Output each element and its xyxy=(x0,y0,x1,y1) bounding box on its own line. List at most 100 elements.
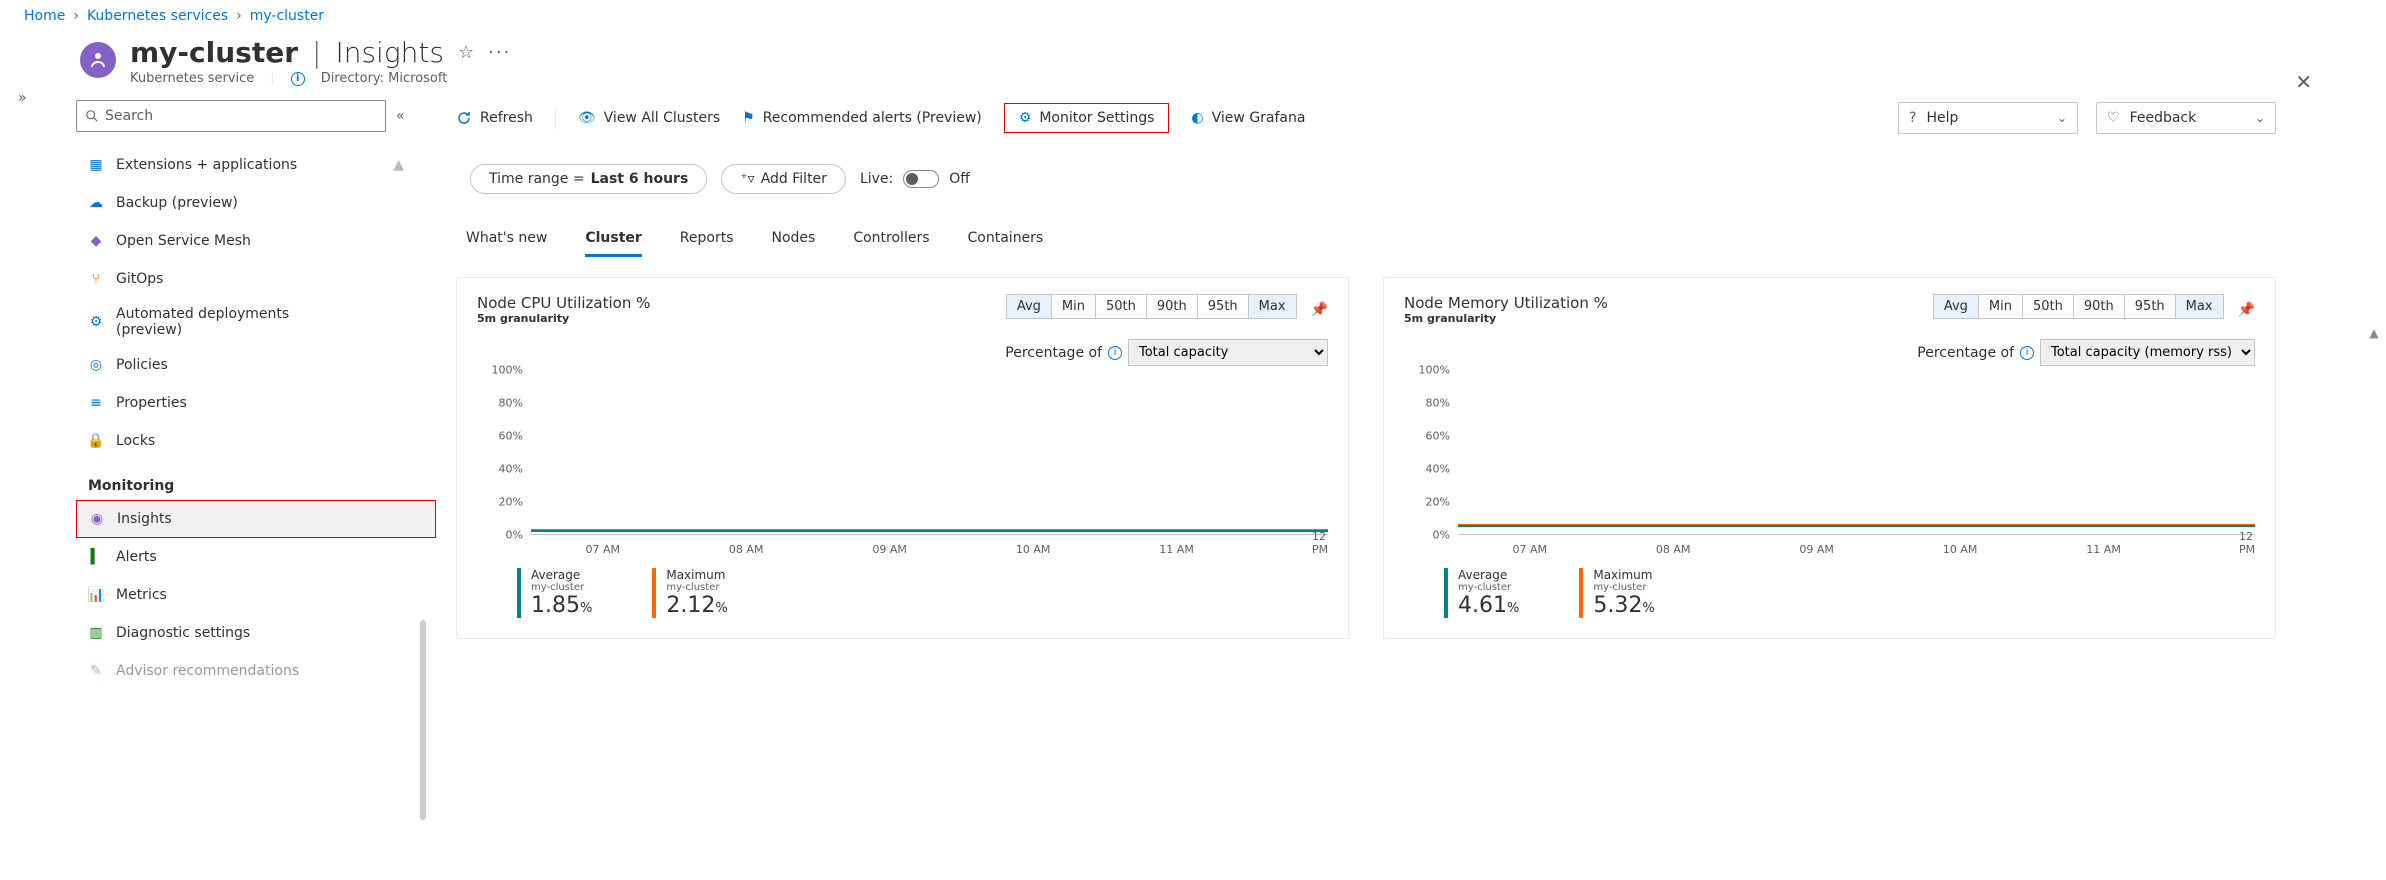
search-input[interactable]: Search xyxy=(76,100,386,132)
sidebar-item-insights[interactable]: ◉ Insights xyxy=(76,500,436,538)
page-scrollbar[interactable]: ▲ xyxy=(2364,326,2384,340)
legend-maximum[interactable]: Maximum my-cluster 2.12% xyxy=(652,568,727,618)
backup-icon: ☁ xyxy=(88,195,104,211)
service-type: Kubernetes service xyxy=(130,71,254,86)
time-range-filter[interactable]: Time range = Last 6 hours xyxy=(470,164,707,194)
monitor-settings-button[interactable]: ⚙ Monitor Settings xyxy=(1004,103,1170,133)
agg-50th[interactable]: 50th xyxy=(1096,295,1147,318)
refresh-button[interactable]: Refresh xyxy=(456,110,533,126)
sidebar-item-gitops[interactable]: ⑂ GitOps xyxy=(76,260,436,298)
alerts-icon: ▍ xyxy=(88,549,104,565)
toolbar: Refresh 👁 View All Clusters ⚑ Recommende… xyxy=(456,96,2276,140)
breadcrumb-cluster[interactable]: my-cluster xyxy=(250,8,324,24)
add-filter-button[interactable]: ⁺▿ Add Filter xyxy=(721,164,846,194)
agg-50th[interactable]: 50th xyxy=(2023,295,2074,318)
help-dropdown[interactable]: ?Help ⌄ xyxy=(1898,102,2078,134)
mesh-icon: ◆ xyxy=(88,233,104,249)
sidebar-item-extensions[interactable]: ▦ Extensions + applications ▲ xyxy=(76,146,436,184)
sidebar-item-advisor[interactable]: ✎ Advisor recommendations xyxy=(76,652,436,690)
recommended-alerts-button[interactable]: ⚑ Recommended alerts (Preview) xyxy=(742,110,982,126)
agg-90th[interactable]: 90th xyxy=(2074,295,2125,318)
sidebar-section-monitoring: Monitoring xyxy=(76,460,436,500)
eye-icon: 👁 xyxy=(578,110,596,126)
close-icon[interactable]: ✕ xyxy=(2295,70,2312,94)
live-toggle[interactable] xyxy=(903,170,939,188)
sidebar-item-diagnostic[interactable]: ▥ Diagnostic settings xyxy=(76,614,436,652)
agg-avg[interactable]: Avg xyxy=(1934,295,1979,318)
breadcrumb: Home › Kubernetes services › my-cluster xyxy=(0,0,2386,32)
sidebar-item-backup[interactable]: ☁ Backup (preview) xyxy=(76,184,436,222)
sidebar-item-metrics[interactable]: 📊 Metrics xyxy=(76,576,436,614)
aggregation-group: Avg Min 50th 90th 95th Max xyxy=(1933,294,2224,319)
capacity-select[interactable]: Total capacity xyxy=(1128,339,1328,366)
pin-icon[interactable]: 📌 xyxy=(1311,302,1328,318)
page-title: my-cluster xyxy=(130,36,298,69)
lock-icon: 🔒 xyxy=(88,433,104,449)
view-grafana-button[interactable]: ◐ View Grafana xyxy=(1191,110,1305,126)
pin-icon[interactable]: 📌 xyxy=(2238,302,2255,318)
card-granularity: 5m granularity xyxy=(477,312,650,325)
chevron-down-icon: ⌄ xyxy=(2255,111,2265,125)
more-icon[interactable]: ··· xyxy=(488,42,511,63)
policies-icon: ◎ xyxy=(88,357,104,373)
sidebar-item-policies[interactable]: ◎ Policies xyxy=(76,346,436,384)
capacity-select[interactable]: Total capacity (memory rss) xyxy=(2040,339,2255,366)
legend-average[interactable]: Average my-cluster 4.61% xyxy=(1444,568,1519,618)
tab-controllers[interactable]: Controllers xyxy=(853,230,929,257)
legend-average[interactable]: Average my-cluster 1.85% xyxy=(517,568,592,618)
sidebar-item-automated-deployments[interactable]: ⚙ Automated deployments (preview) xyxy=(76,298,436,346)
memory-chart[interactable]: 100% 80% 60% 40% 20% 0% 07 AM 08 AM xyxy=(1404,370,2255,560)
deploy-icon: ⚙ xyxy=(88,314,104,330)
extensions-icon: ▦ xyxy=(88,157,104,173)
breadcrumb-kubernetes-services[interactable]: Kubernetes services xyxy=(87,8,228,24)
insights-icon: ◉ xyxy=(89,511,105,527)
sidebar-item-service-mesh[interactable]: ◆ Open Service Mesh xyxy=(76,222,436,260)
gitops-icon: ⑂ xyxy=(88,271,104,287)
breadcrumb-home[interactable]: Home xyxy=(24,8,65,24)
sidebar-item-alerts[interactable]: ▍ Alerts xyxy=(76,538,436,576)
tab-cluster[interactable]: Cluster xyxy=(585,230,641,257)
card-granularity: 5m granularity xyxy=(1404,312,1608,325)
info-icon[interactable]: i xyxy=(291,72,305,86)
view-all-clusters-button[interactable]: 👁 View All Clusters xyxy=(578,110,720,126)
avg-series-line xyxy=(1458,525,2255,527)
feedback-dropdown[interactable]: ♡Feedback ⌄ xyxy=(2096,102,2276,134)
cpu-chart[interactable]: 100% 80% 60% 40% 20% 0% 07 AM 08 AM xyxy=(477,370,1328,560)
info-icon[interactable]: i xyxy=(1108,346,1122,360)
legend-maximum[interactable]: Maximum my-cluster 5.32% xyxy=(1579,568,1654,618)
sidebar-scrollbar[interactable] xyxy=(420,620,426,820)
tab-reports[interactable]: Reports xyxy=(680,230,734,257)
agg-min[interactable]: Min xyxy=(1979,295,2023,318)
refresh-icon xyxy=(456,110,472,126)
expand-nav-icon[interactable]: » xyxy=(18,90,27,106)
agg-min[interactable]: Min xyxy=(1052,295,1096,318)
agg-95th[interactable]: 95th xyxy=(2125,295,2176,318)
tab-containers[interactable]: Containers xyxy=(968,230,1044,257)
agg-max[interactable]: Max xyxy=(1249,295,1296,318)
agg-95th[interactable]: 95th xyxy=(1198,295,1249,318)
card-cpu-utilization: Node CPU Utilization % 5m granularity Av… xyxy=(456,277,1349,639)
tab-nodes[interactable]: Nodes xyxy=(772,230,816,257)
favorite-star-icon[interactable]: ☆ xyxy=(458,42,474,63)
scroll-up-icon[interactable]: ▲ xyxy=(2364,326,2384,340)
sidebar-item-properties[interactable]: ≡ Properties xyxy=(76,384,436,422)
gear-icon: ⚙ xyxy=(1019,110,1032,126)
aggregation-group: Avg Min 50th 90th 95th Max xyxy=(1006,294,1297,319)
avg-series-line xyxy=(531,530,1328,532)
help-icon: ? xyxy=(1909,110,1916,126)
info-icon[interactable]: i xyxy=(2020,346,2034,360)
agg-max[interactable]: Max xyxy=(2176,295,2223,318)
heart-icon: ♡ xyxy=(2107,110,2120,126)
card-title: Node CPU Utilization % xyxy=(477,294,650,312)
agg-avg[interactable]: Avg xyxy=(1007,295,1052,318)
sidebar-item-locks[interactable]: 🔒 Locks xyxy=(76,422,436,460)
metrics-icon: 📊 xyxy=(88,587,104,603)
chevron-down-icon: ⌄ xyxy=(2057,111,2067,125)
advisor-icon: ✎ xyxy=(88,663,104,679)
collapse-sidebar-icon[interactable]: « xyxy=(396,108,405,124)
tab-whats-new[interactable]: What's new xyxy=(466,230,547,257)
percentage-of-label: Percentage of xyxy=(1005,345,1102,361)
chevron-right-icon: › xyxy=(236,8,242,24)
agg-90th[interactable]: 90th xyxy=(1147,295,1198,318)
main-panel: Refresh 👁 View All Clusters ⚑ Recommende… xyxy=(436,96,2386,690)
